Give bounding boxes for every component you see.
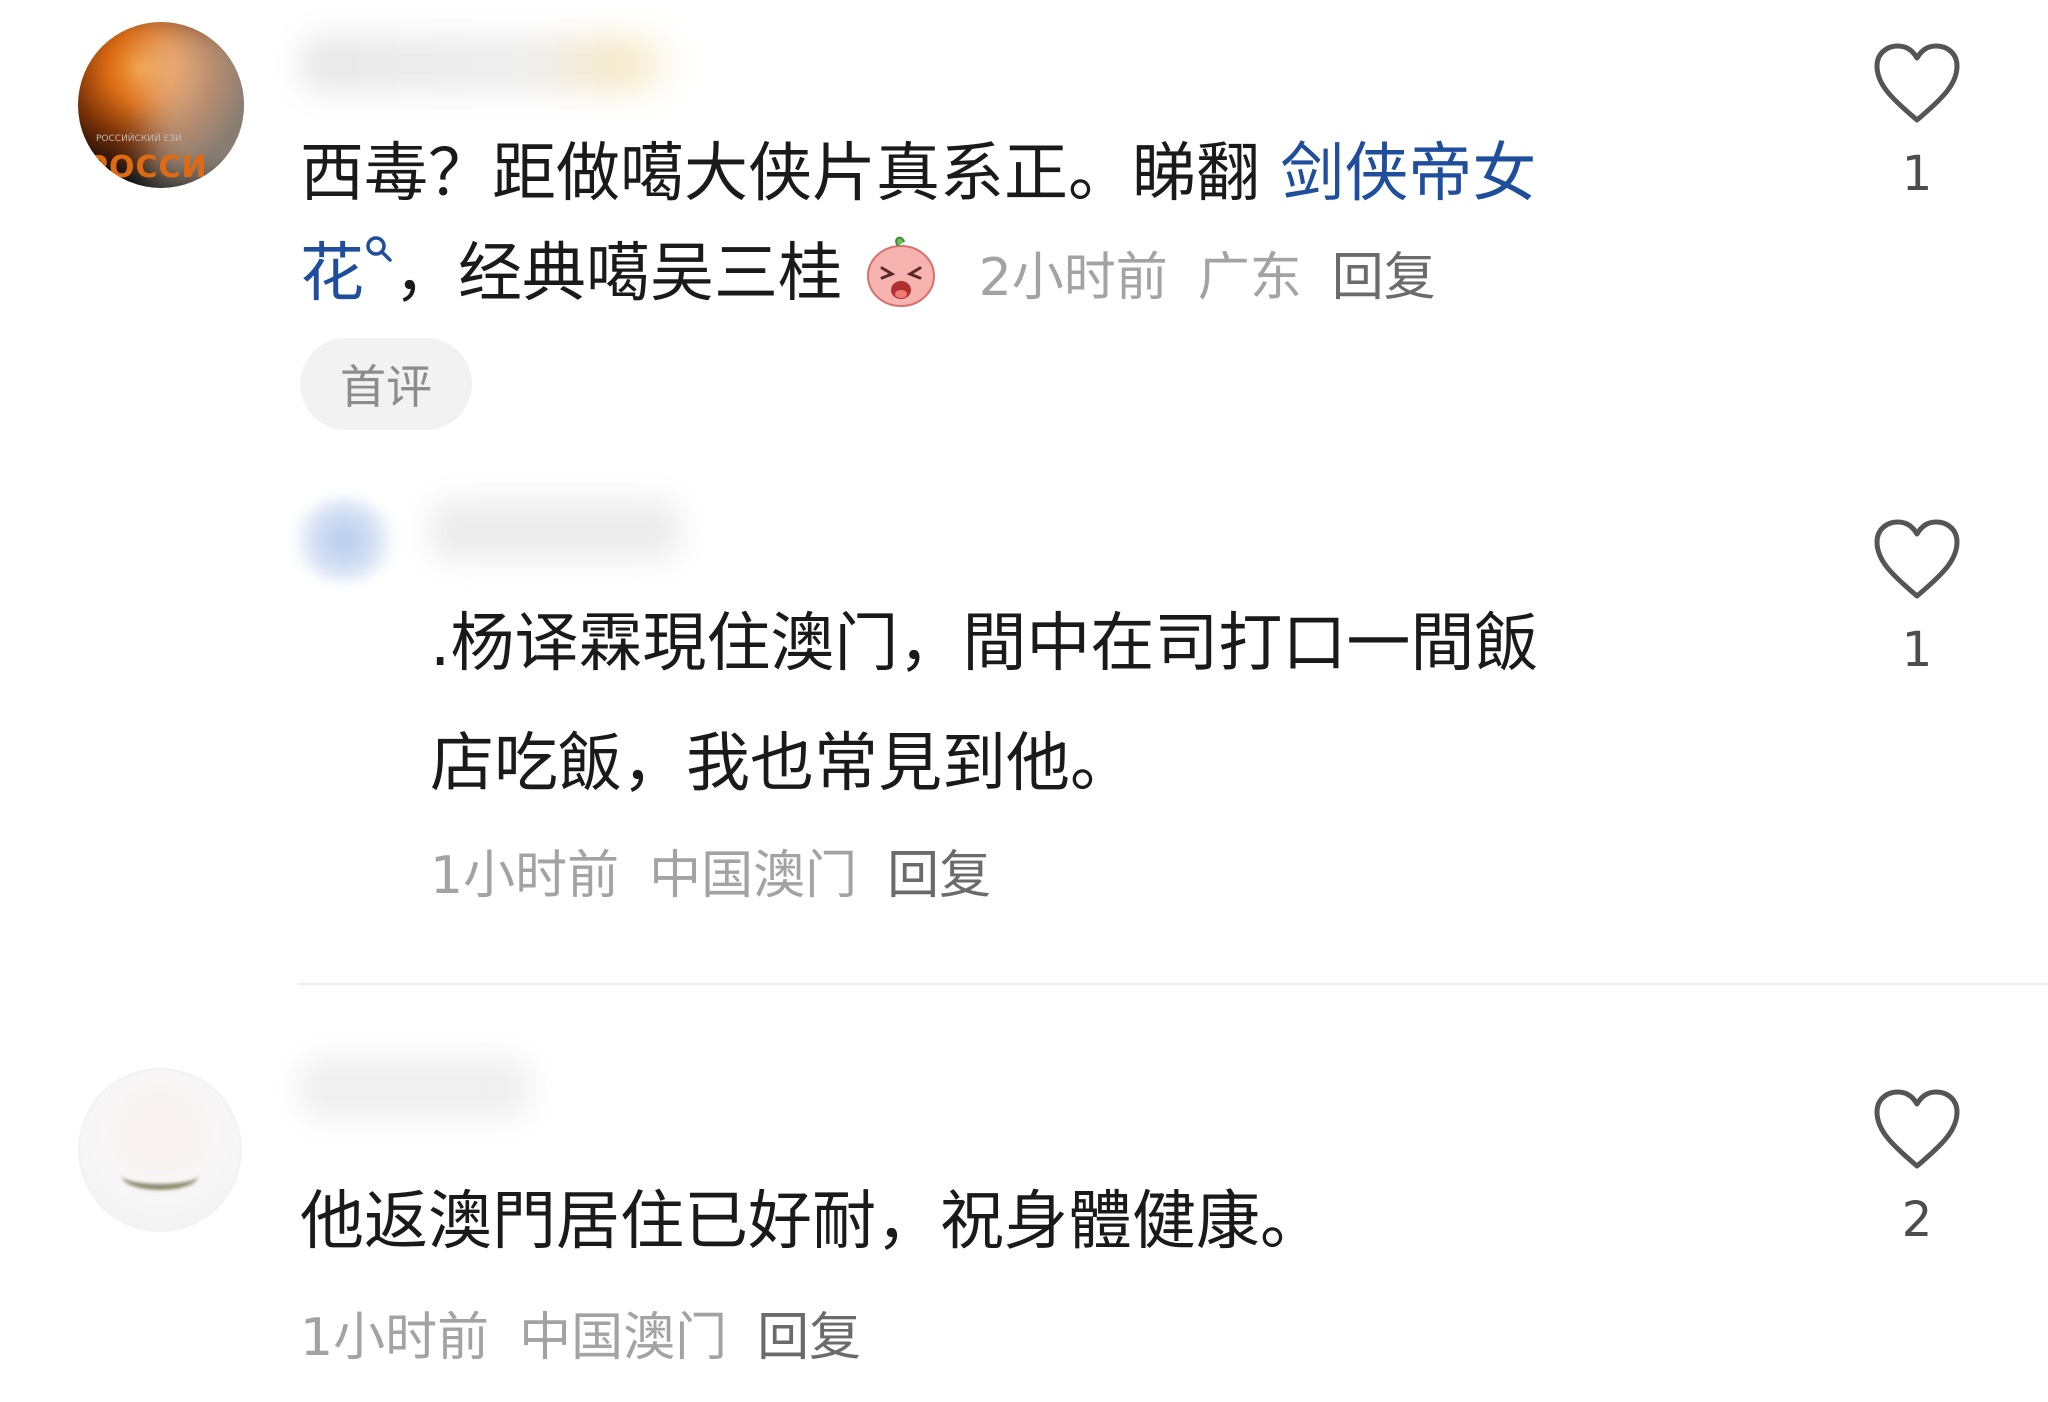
comment-text: .杨译霖現住澳门，間中在司打口一間飯 xyxy=(430,607,1539,681)
comment-text: 他返澳門居住已好耐，祝身體健康。 xyxy=(300,1185,1324,1259)
heart-outline-icon xyxy=(1874,43,1960,123)
blurred-username[interactable] xyxy=(430,500,680,560)
comment-location: 中国澳门 xyxy=(649,846,858,906)
reply-button[interactable]: 回复 xyxy=(887,846,991,906)
search-link[interactable]: 剑侠帝女 xyxy=(1280,137,1536,211)
comment-text-plain: 西毒？距做噶大侠片真系正。睇翻 xyxy=(300,137,1281,211)
heart-outline-icon xyxy=(1874,1089,1960,1169)
blurred-username[interactable] xyxy=(300,1058,530,1118)
comment-location: 广东 xyxy=(1197,248,1302,308)
comment-time: 1小时前 xyxy=(430,846,620,906)
comment-time: 2小时前 xyxy=(978,248,1168,308)
search-link[interactable]: 花 xyxy=(300,237,364,311)
comment-text-plain: ，经典噶吴三桂 xyxy=(394,237,842,311)
avatar-logo-text: POCCИ xyxy=(86,150,208,185)
like-button[interactable]: 2 xyxy=(1862,1086,1972,1248)
comment-meta: 1小时前 中国澳门 回复 xyxy=(430,841,991,911)
comment-list: РОССИЙСКИЙ ЕЗИ POCCИ 西毒？距做噶大侠片真系正。睇翻 剑侠帝… xyxy=(0,0,2048,1402)
like-button[interactable]: 1 xyxy=(1862,516,1972,678)
heart-outline-icon xyxy=(1874,519,1960,599)
avatar[interactable] xyxy=(78,1068,242,1232)
comment-location: 中国澳门 xyxy=(519,1308,728,1368)
like-count: 1 xyxy=(1901,622,1933,678)
blurred-username[interactable] xyxy=(300,36,680,92)
reply-button[interactable]: 回复 xyxy=(1332,248,1436,308)
first-comment-badge: 首评 xyxy=(300,338,472,430)
avatar-smile xyxy=(122,1162,198,1190)
comment-text-line-2: 花 ，经典噶吴三桂 2小时前 广东 回复 xyxy=(300,234,1436,314)
crying-peach-emoji-icon xyxy=(862,232,940,310)
like-count: 2 xyxy=(1901,1192,1933,1248)
avatar[interactable]: РОССИЙСКИЙ ЕЗИ POCCИ xyxy=(78,22,244,188)
avatar-logo-subtext: РОССИЙСКИЙ ЕЗИ xyxy=(96,134,182,144)
avatar[interactable] xyxy=(290,498,398,582)
comment-text-line-2: 店吃飯，我也常見到他。 xyxy=(430,727,1134,801)
reply-button[interactable]: 回复 xyxy=(757,1308,861,1368)
comment-meta: 1小时前 中国澳门 回复 xyxy=(300,1303,861,1373)
like-count: 1 xyxy=(1901,146,1933,202)
divider xyxy=(298,983,2048,985)
comment-text: 西毒？距做噶大侠片真系正。睇翻 剑侠帝女 xyxy=(300,134,1536,214)
comment-meta: 2小时前 广东 回复 xyxy=(979,248,1436,308)
comment-time: 1小时前 xyxy=(300,1308,490,1368)
like-button[interactable]: 1 xyxy=(1862,40,1972,202)
search-icon[interactable] xyxy=(364,234,394,275)
